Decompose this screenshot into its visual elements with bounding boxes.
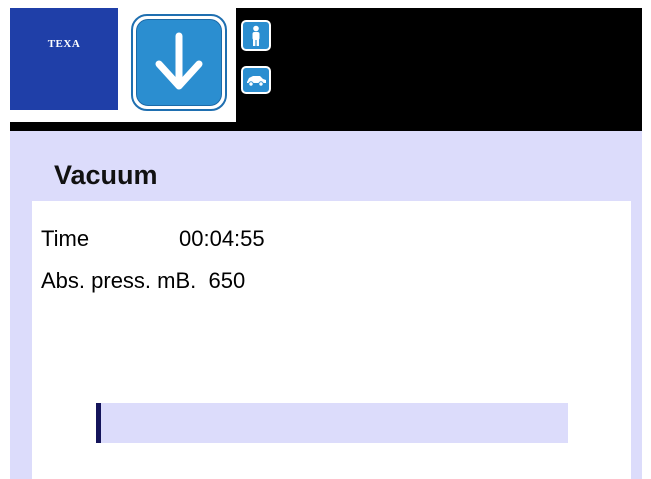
- pressure-row: Abs. press. mB. 650: [41, 268, 245, 294]
- person-icon: [252, 25, 260, 46]
- pressure-label: Abs. press. mB.: [41, 268, 197, 293]
- vacuum-mode-button[interactable]: [131, 14, 227, 111]
- logo-text: TEXA: [47, 38, 81, 50]
- texa-logo: TEXA: [10, 8, 118, 110]
- arrow-down-icon: [155, 32, 203, 89]
- vehicle-button[interactable]: [241, 66, 271, 94]
- header-bar: TEXA: [10, 8, 642, 131]
- operator-button[interactable]: [241, 20, 271, 51]
- device-screen: TEXA Vacuum Time 00:04:55 Abs. press. mB…: [10, 8, 642, 479]
- vacuum-progress-bar: [96, 403, 568, 443]
- pressure-value: 650: [208, 268, 246, 293]
- readings-panel: Time 00:04:55 Abs. press. mB. 650: [32, 201, 631, 479]
- page-title: Vacuum: [54, 160, 158, 190]
- car-icon: [247, 76, 266, 87]
- brand-area: TEXA: [10, 8, 236, 122]
- mode-button-face[interactable]: [136, 19, 222, 106]
- progress-fill: [96, 403, 101, 443]
- time-row: Time 00:04:55: [41, 226, 265, 252]
- time-label: Time: [41, 226, 90, 251]
- time-value: 00:04:55: [179, 226, 265, 251]
